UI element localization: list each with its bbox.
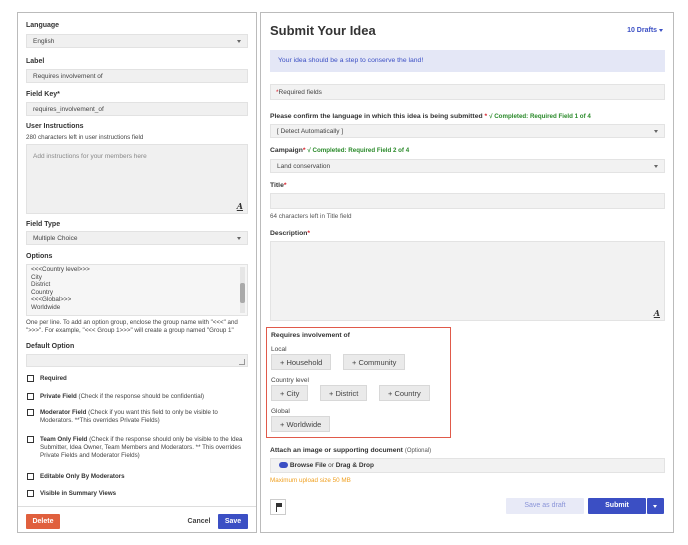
- moderator-field-checkbox[interactable]: [27, 409, 34, 416]
- user-instructions-hint: 280 characters left in user instructions…: [26, 134, 144, 141]
- text-format-icon[interactable]: A: [654, 308, 660, 318]
- language-select-value: English: [33, 38, 55, 45]
- team-only-field-checkbox[interactable]: [27, 436, 34, 443]
- campaign-status: Completed: Required Field 2 of 4: [312, 147, 410, 154]
- submit-button[interactable]: Submit: [588, 498, 646, 514]
- required-checkbox[interactable]: [27, 375, 34, 382]
- field-key-value: requires_involvement_of: [33, 106, 104, 113]
- group-label-global: Global: [271, 408, 290, 415]
- drafts-link[interactable]: 10 Drafts: [627, 27, 663, 34]
- default-option-label: Default Option: [26, 343, 75, 350]
- required-note: *Required fields: [270, 84, 665, 100]
- chip-community[interactable]: + Community: [343, 354, 406, 370]
- language-select[interactable]: English: [26, 34, 248, 48]
- group-label-local: Local: [271, 346, 287, 353]
- chevron-down-icon: [237, 40, 241, 43]
- options-hint-line-1: One per line. To add an option group, en…: [26, 319, 238, 326]
- chevron-down-icon: [659, 28, 663, 32]
- title-label: Title*: [270, 182, 287, 189]
- chip-city[interactable]: + City: [271, 385, 309, 401]
- attach-label: Attach an image or supporting document (…: [270, 447, 432, 454]
- team-only-field-checkbox-label: Team Only Field (Check if the response s…: [40, 436, 243, 459]
- description-textarea[interactable]: A: [270, 241, 665, 321]
- editable-only-by-moderators-label: Editable Only By Moderators: [40, 473, 125, 480]
- title-input[interactable]: [270, 193, 665, 209]
- field-key-label: Field Key*: [26, 91, 60, 98]
- upload-dropzone[interactable]: Browse File or Drag & Drop: [270, 458, 665, 473]
- options-line: District: [31, 281, 51, 288]
- description-label: Description*: [270, 230, 311, 237]
- submit-idea-panel: Submit Your Idea 10 Drafts Your idea sho…: [260, 12, 674, 533]
- private-field-checkbox[interactable]: [27, 393, 34, 400]
- field-type-value: Multiple Choice: [33, 235, 78, 242]
- options-scrollbar[interactable]: [240, 267, 245, 313]
- editable-only-by-moderators-checkbox[interactable]: [27, 473, 34, 480]
- chevron-down-icon: [654, 130, 658, 133]
- user-instructions-textarea[interactable]: Add instructions for your members here A: [26, 144, 248, 214]
- language-label: Language: [26, 22, 60, 29]
- options-line: Country: [31, 288, 54, 296]
- save-button[interactable]: Save: [218, 514, 248, 529]
- options-line: <<<Global>>>: [31, 296, 72, 303]
- scrollbar-thumb[interactable]: [240, 283, 245, 303]
- text-format-icon[interactable]: A: [237, 201, 243, 211]
- cancel-button[interactable]: Cancel: [184, 514, 214, 529]
- browse-file-link[interactable]: Browse File: [290, 462, 326, 469]
- resize-handle-icon[interactable]: [239, 359, 245, 365]
- field-type-select[interactable]: Multiple Choice: [26, 231, 248, 245]
- chevron-down-icon: [654, 165, 658, 168]
- options-textarea[interactable]: <<<Country level>>> City District Countr…: [26, 264, 248, 316]
- save-as-draft-button[interactable]: Save as draft: [506, 498, 584, 514]
- chevron-down-icon: [653, 505, 657, 508]
- chevron-down-icon: [237, 237, 241, 240]
- user-instructions-label: User Instructions: [26, 123, 84, 130]
- footer-divider: [18, 506, 256, 507]
- label-input-value: Requires involvement of: [33, 73, 103, 80]
- flag-button[interactable]: [270, 499, 286, 515]
- involvement-highlight: Requires involvement of Local + Househol…: [266, 327, 451, 438]
- options-line: Worldwide: [31, 303, 61, 311]
- delete-button[interactable]: Delete: [26, 514, 60, 529]
- cloud-upload-icon: [279, 462, 288, 469]
- involvement-label: Requires involvement of: [271, 332, 350, 339]
- field-type-label: Field Type: [26, 221, 61, 228]
- campaign-banner: Your idea should be a step to conserve t…: [270, 50, 665, 72]
- submit-options-button[interactable]: [647, 498, 664, 514]
- label-input[interactable]: Requires involvement of: [26, 69, 248, 83]
- group-label-country-level: Country level: [271, 377, 309, 384]
- options-hint-line-2: ">>>". For example, "<<< Group 1>>>" wil…: [26, 327, 234, 334]
- field-editor-panel: Language English Label Requires involvem…: [17, 12, 257, 533]
- language-select[interactable]: [ Detect Automatically ]: [270, 124, 665, 138]
- chip-country[interactable]: + Country: [379, 385, 430, 401]
- language-status: Completed: Required Field 1 of 4: [494, 113, 591, 120]
- upload-size-note: Maximum upload size 50 MB: [270, 477, 351, 484]
- chip-worldwide[interactable]: + Worldwide: [271, 416, 331, 432]
- page-title: Submit Your Idea: [270, 23, 376, 38]
- campaign-select[interactable]: Land conservation: [270, 159, 665, 173]
- options-label: Options: [26, 253, 53, 260]
- chip-district[interactable]: + District: [320, 385, 368, 401]
- options-line: City: [31, 273, 42, 281]
- moderator-field-checkbox-label: Moderator Field (Check if you want this …: [40, 409, 218, 424]
- chip-household[interactable]: + Household: [271, 354, 332, 370]
- options-line: <<<Country level>>>: [31, 266, 90, 273]
- language-question-label: Please confirm the language in which thi…: [270, 113, 591, 120]
- title-hint: 64 characters left in Title field: [270, 213, 352, 220]
- field-key-input[interactable]: requires_involvement_of: [26, 102, 248, 116]
- visible-in-summary-views-checkbox[interactable]: [27, 490, 34, 497]
- visible-in-summary-views-label: Visible in Summary Views: [40, 490, 117, 497]
- required-checkbox-label: Required: [40, 375, 67, 382]
- private-field-checkbox-label: Private Field (Check if the response sho…: [40, 393, 205, 400]
- label-label: Label: [26, 58, 45, 65]
- default-option-input[interactable]: [26, 354, 248, 367]
- user-instructions-placeholder: Add instructions for your members here: [33, 153, 147, 160]
- campaign-label: Campaign* √ Completed: Required Field 2 …: [270, 147, 410, 154]
